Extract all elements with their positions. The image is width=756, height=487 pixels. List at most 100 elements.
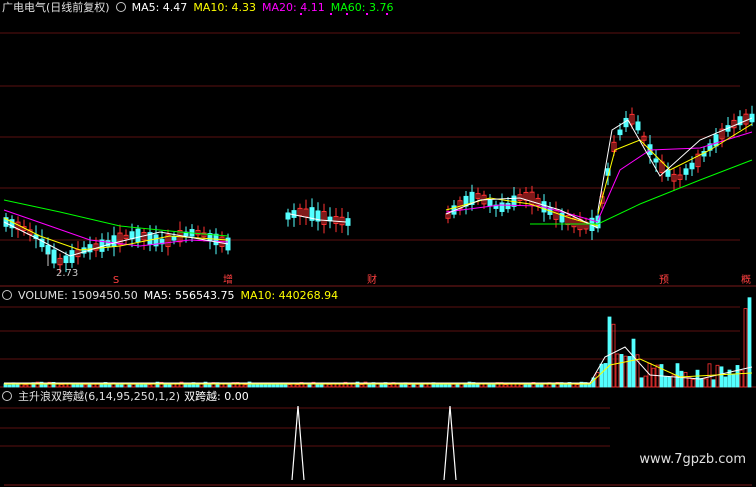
volume-bar: [23, 384, 28, 388]
volume-bar: [183, 383, 188, 388]
ma20-line: [597, 131, 753, 221]
volume-bar: [523, 384, 528, 388]
volume-bar: [315, 383, 320, 388]
candle-body: [69, 250, 75, 263]
event-marker: S: [113, 275, 119, 286]
volume-bar: [83, 384, 88, 388]
volume-bar: [419, 384, 424, 388]
volume-bar: [283, 384, 288, 388]
volume-panel[interactable]: VOLUME: 1509450.50 MA5: 556543.75 MA10: 44…: [0, 287, 756, 388]
candle-body: [713, 134, 719, 147]
volume-bar: [263, 383, 268, 388]
indicator-panel[interactable]: 主升浪双跨越(6,14,95,250,1,2) 双跨越: 0.00 www.7gp…: [0, 388, 756, 487]
candle-body: [171, 236, 177, 241]
signal-dot: [346, 13, 348, 15]
volume-bar: [147, 384, 152, 388]
price-chart[interactable]: S增财预概: [0, 0, 756, 287]
event-marker: 概: [741, 273, 751, 286]
candle-body: [487, 199, 493, 207]
volume-bar: [667, 376, 672, 388]
volume-bar: [599, 363, 604, 388]
candle-body: [51, 249, 57, 264]
volume-bar: [379, 384, 384, 388]
volume-bar: [735, 365, 740, 388]
candle-body: [345, 218, 351, 226]
volume-bar: [435, 383, 440, 388]
volume-bar: [623, 355, 628, 388]
volume-bar: [167, 384, 172, 388]
volume-bar: [59, 384, 64, 388]
ma10-line: [445, 197, 599, 227]
volume-bar: [639, 377, 644, 388]
volume-bar: [71, 384, 76, 388]
signal-dot: [386, 13, 388, 15]
volume-bar: [243, 384, 248, 388]
volume-bar: [139, 383, 144, 388]
volume-bar: [683, 372, 688, 388]
candle-body: [653, 158, 659, 163]
volume-bar: [359, 384, 364, 388]
volume-bar: [143, 384, 148, 388]
event-marker: 预: [659, 274, 669, 286]
volume-bar: [715, 364, 720, 388]
volume-bar: [271, 383, 276, 388]
signal-dot: [300, 13, 302, 15]
candle-body: [665, 169, 671, 177]
volume-bar: [535, 383, 540, 388]
candle-body: [683, 168, 689, 175]
volume-chart[interactable]: [0, 287, 756, 388]
volume-bar: [651, 367, 656, 388]
event-marker: 财: [367, 273, 377, 286]
volume-bar: [699, 378, 704, 388]
volume-bar: [439, 384, 444, 388]
volume-bar: [611, 323, 616, 388]
candle-body: [617, 129, 623, 136]
candle-body: [63, 255, 69, 264]
volume-bar: [107, 384, 112, 388]
volume-bar: [607, 316, 612, 388]
signal-spike: [291, 405, 305, 481]
volume-bar: [7, 384, 12, 388]
volume-bar: [127, 384, 132, 388]
candle-body: [285, 212, 291, 220]
volume-bar: [387, 384, 392, 388]
volume-bar: [295, 384, 300, 388]
volume-bar: [731, 374, 736, 388]
volume-bar: [119, 384, 124, 388]
volume-bar: [367, 383, 372, 388]
volume-bar: [15, 384, 20, 388]
volume-bar: [503, 384, 508, 388]
volume-bar: [679, 370, 684, 388]
candle-body: [635, 121, 641, 131]
volume-bar: [723, 376, 728, 388]
volume-bar: [631, 338, 636, 388]
volume-bar: [519, 384, 524, 388]
volume-bar: [287, 384, 292, 388]
indicator-chart[interactable]: [0, 388, 756, 487]
volume-bar: [619, 354, 624, 388]
volume-bar: [743, 308, 748, 388]
volume-bar: [407, 384, 412, 388]
signal-dot: [330, 13, 332, 15]
candle-body: [111, 235, 117, 247]
price-panel[interactable]: 广电电气(日线前复权) MA5: 4.47 MA10: 4.33 MA20: 4.11…: [0, 0, 756, 287]
candle-body: [135, 228, 141, 243]
volume-bar: [691, 378, 696, 388]
volume-bar: [719, 366, 724, 388]
watermark: www.7gpzb.com: [639, 452, 746, 467]
event-marker: 增: [223, 273, 233, 286]
volume-bar: [327, 384, 332, 388]
candle-body: [129, 231, 135, 240]
volume-bar: [463, 383, 468, 388]
volume-bar: [43, 383, 48, 388]
low-price-label: 2.73: [56, 268, 79, 279]
candle-body: [291, 210, 297, 218]
volume-bar: [595, 372, 600, 388]
candle-body: [499, 202, 505, 212]
signal-dot: [366, 13, 368, 15]
candle-body: [689, 162, 695, 170]
volume-bar: [487, 384, 492, 388]
volume-bar: [711, 379, 716, 388]
volume-bar: [267, 384, 272, 388]
volume-bar: [663, 376, 668, 388]
